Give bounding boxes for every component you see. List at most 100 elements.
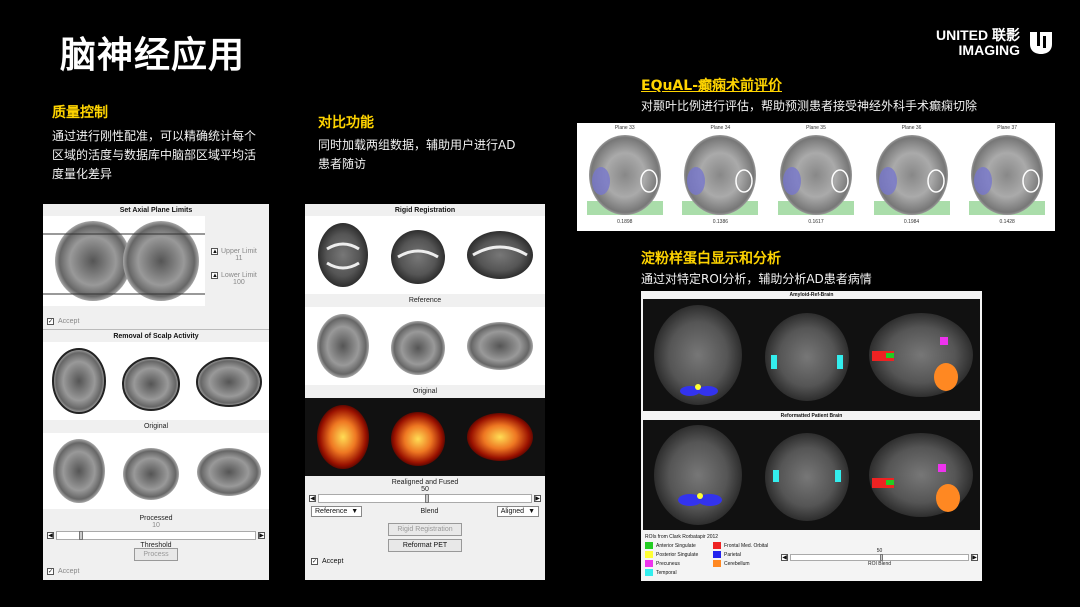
fused-caption: Realigned and Fused xyxy=(391,479,459,486)
plane-image xyxy=(969,135,1046,215)
upper-limit-value: 11 xyxy=(235,255,243,262)
roi-legend-item: Parietal xyxy=(713,551,775,558)
quality-title: 质量控制 xyxy=(52,105,108,121)
process-button[interactable]: Process xyxy=(134,548,178,561)
lower-limit-stepper[interactable]: ▲ xyxy=(211,272,218,279)
accept-checkbox-1[interactable]: ✓ Accept xyxy=(43,306,269,329)
roi-color-swatch xyxy=(713,551,721,558)
blend-right-arrow[interactable]: ▶ xyxy=(534,495,541,502)
threshold-left-arrow[interactable]: ◀ xyxy=(47,532,54,539)
processed-caption: Processed xyxy=(139,515,173,522)
patient-brain-images xyxy=(643,420,980,530)
amyloid-ref-images xyxy=(643,299,980,411)
lower-limit-value: 100 xyxy=(233,279,245,286)
quality-desc: 通过进行刚性配准，可以精确统计每个 区域的活度与数据库中脑部区域平均活 度量化差… xyxy=(52,129,257,181)
roi-blend-slider[interactable] xyxy=(790,554,969,561)
upper-limit-stepper[interactable]: ▲ xyxy=(211,248,218,255)
original-images xyxy=(305,307,545,385)
equal-planes-panel: Plane 33 0.1898 Plane 34 0.1386 Plane 35 0.16… xyxy=(577,123,1055,231)
compare-title: 对比功能 xyxy=(318,115,374,131)
fused-images xyxy=(305,398,545,476)
original-caption: Original xyxy=(412,388,438,395)
compare-desc: 同时加载两组数据，辅助用户进行AD 患者随访 xyxy=(318,138,516,171)
roi-color-swatch xyxy=(645,560,653,567)
plane-value: 0.1617 xyxy=(808,219,824,225)
rigid-header: Rigid Registration xyxy=(394,207,456,214)
roi-name: Posterior Singulate xyxy=(656,551,699,558)
threshold-right-arrow[interactable]: ▶ xyxy=(258,532,265,539)
accept-check-1-icon: ✓ xyxy=(47,318,54,325)
roi-legend-title: ROIs from Clark Rorbatapir 2012 xyxy=(645,534,719,540)
plane-image xyxy=(873,135,950,215)
plane-image xyxy=(586,135,663,215)
processed-value: 10 xyxy=(152,522,160,529)
blend-slider[interactable] xyxy=(318,494,532,503)
lower-limit-label: Lower Limit xyxy=(221,272,257,279)
roi-legend-item: Precuneus xyxy=(645,560,707,567)
roi-legend-item: Posterior Singulate xyxy=(645,551,707,558)
roi-legend-item: Frontal Med. Orbital xyxy=(713,542,775,549)
roi-color-swatch xyxy=(645,542,653,549)
patient-brain-header: Reformatted Patient Brain xyxy=(780,413,843,419)
rigid-registration-panel: Rigid Registration Reference Original Re… xyxy=(305,204,545,580)
chevron-down-icon: ▼ xyxy=(528,508,535,515)
reference-images xyxy=(305,216,545,294)
plane-thumbnail: Plane 36 0.1984 xyxy=(867,125,957,231)
scalp-header: Removal of Scalp Activity xyxy=(113,333,199,340)
blend-label: Blend xyxy=(420,508,439,515)
plane-value: 0.1984 xyxy=(903,219,920,225)
coronal-preview-image xyxy=(43,216,205,306)
amyloid-panel: Amyloid-Ref-Brain Reformatted Patient Br… xyxy=(641,291,982,581)
plane-value: 0.1428 xyxy=(999,219,1015,225)
threshold-slider[interactable] xyxy=(56,531,256,540)
reformat-pet-button[interactable]: Reformat PET xyxy=(388,539,462,552)
roi-blend-right-arrow[interactable]: ▶ xyxy=(971,554,978,561)
brand-logo: UNITED 联影 IMAGING xyxy=(936,28,1054,58)
axial-limits-header: Set Axial Plane Limits xyxy=(119,207,193,214)
scalp-original-caption: Original xyxy=(143,423,169,430)
aligned-select[interactable]: Aligned ▼ xyxy=(496,506,539,517)
brand-mark-icon xyxy=(1030,32,1052,54)
brand-line1: UNITED 联影 xyxy=(936,27,1020,43)
plane-value: 0.1386 xyxy=(712,219,729,225)
roi-name: Cerebellum xyxy=(724,560,750,567)
page-title: 脑神经应用 xyxy=(60,35,246,76)
roi-blend-left-arrow[interactable]: ◀ xyxy=(781,554,788,561)
plane-thumbnail: Plane 37 0.1428 xyxy=(962,125,1052,231)
plane-thumbnail: Plane 34 0.1386 xyxy=(675,125,765,231)
roi-name: Temporal xyxy=(656,569,677,576)
roi-legend-item: Cerebellum xyxy=(713,560,775,567)
roi-name: Parietal xyxy=(724,551,741,558)
scalp-original-images xyxy=(43,342,269,420)
roi-legend-item: Temporal xyxy=(645,569,707,576)
roi-color-swatch xyxy=(645,551,653,558)
amyloid-title: 淀粉样蛋白显示和分析 xyxy=(641,251,781,267)
chevron-down-icon: ▼ xyxy=(351,508,359,515)
plane-value: 0.1898 xyxy=(617,219,633,225)
roi-color-swatch xyxy=(713,560,721,567)
upper-limit-label: Upper Limit xyxy=(221,248,257,255)
roi-name: Precuneus xyxy=(656,560,680,567)
roi-color-swatch xyxy=(645,569,653,576)
roi-color-swatch xyxy=(713,542,721,549)
roi-name: Frontal Med. Orbital xyxy=(724,542,769,549)
reference-select[interactable]: Reference ▼ xyxy=(311,506,363,517)
roi-legend-item: Anterior Singulate xyxy=(645,542,707,549)
roi-legend: Anterior Singulate Frontal Med. Orbital Po… xyxy=(645,542,775,576)
blend-left-arrow[interactable]: ◀ xyxy=(309,495,316,502)
rigid-registration-button[interactable]: Rigid Registration xyxy=(388,523,462,536)
plane-thumbnail: Plane 35 0.1617 xyxy=(771,125,861,231)
amyloid-desc: 通过对特定ROI分析，辅助分析AD患者病情 xyxy=(641,272,872,286)
roi-blend-label: ROI Blend xyxy=(867,561,892,567)
blend-slider-value: 50 xyxy=(421,486,429,493)
plane-thumbnail: Plane 33 0.1898 xyxy=(580,125,670,231)
scalp-processed-images xyxy=(43,433,269,509)
equal-title: EQuAL-癫痫术前评价 xyxy=(641,78,782,94)
accept-check-2-icon: ✓ xyxy=(47,568,54,575)
accept-checkbox-3[interactable]: ✓ Accept xyxy=(305,552,545,565)
plane-image xyxy=(682,135,759,215)
equal-desc: 对颞叶比例进行评估，帮助预测患者接受神经外科手术癫痫切除 xyxy=(641,99,978,113)
plane-image xyxy=(777,135,854,215)
amyloid-ref-header: Amyloid-Ref-Brain xyxy=(789,292,834,298)
roi-name: Anterior Singulate xyxy=(656,542,696,549)
